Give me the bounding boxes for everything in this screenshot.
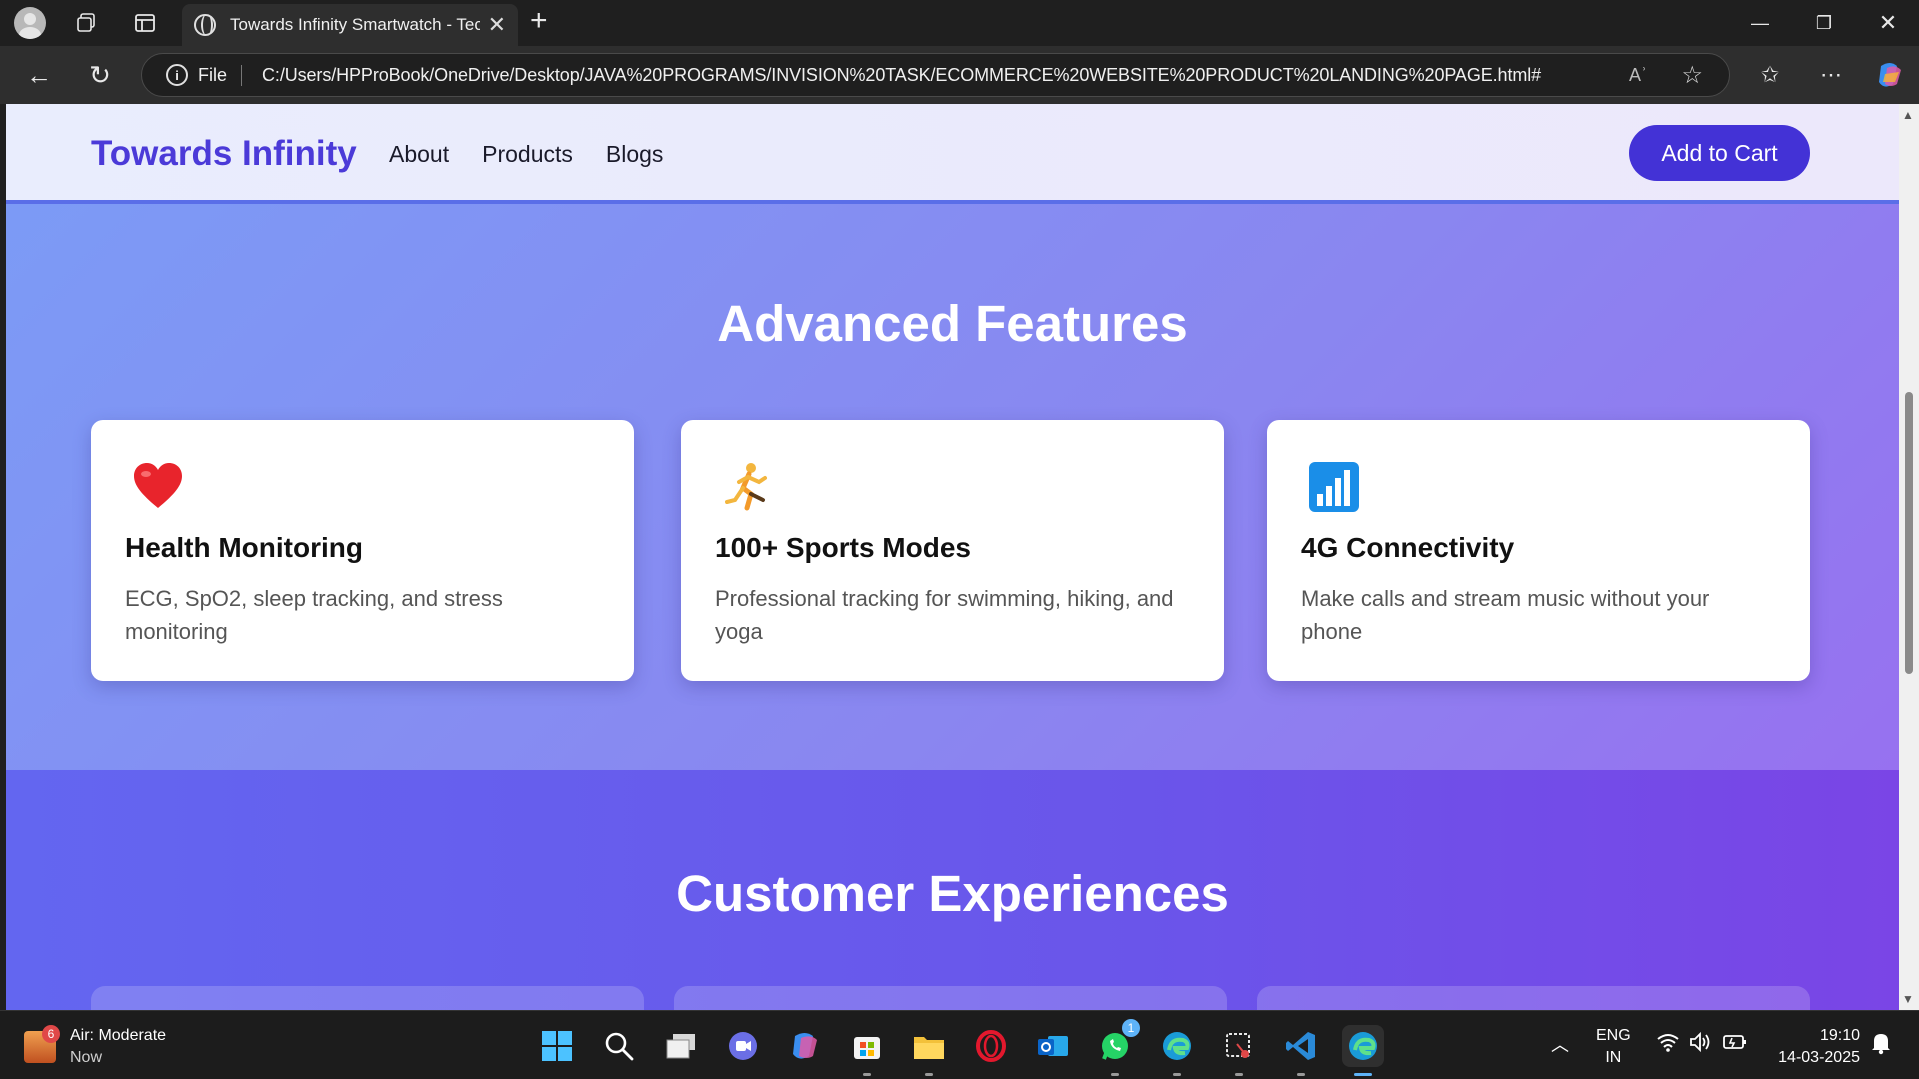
address-toolbar: ← ↻ i File C:/Users/HPProBook/OneDrive/D… [0,46,1919,104]
close-window-icon[interactable]: ✕ [1858,0,1918,46]
testimonial-card [674,986,1227,1010]
running-indicator [1354,1073,1372,1076]
file-explorer-icon[interactable] [908,1025,950,1076]
new-tab-icon[interactable]: + [530,4,548,38]
clock[interactable]: 19:10 14-03-2025 [1768,1025,1860,1069]
feature-card-sports: 100+ Sports Modes Professional tracking … [681,420,1224,681]
browser-tab-bar: Towards Infinity Smartwatch - Tec ✕ + — … [0,0,1919,46]
notification-badge: 1 [1122,1019,1140,1037]
tab-active[interactable]: Towards Infinity Smartwatch - Tec ✕ [182,4,518,46]
nav-link-blogs[interactable]: Blogs [606,141,664,168]
start-icon[interactable] [536,1025,578,1067]
clock-time: 19:10 [1819,1027,1860,1044]
feature-description: ECG, SpO2, sleep tracking, and stress mo… [125,586,503,644]
search-icon[interactable] [598,1025,640,1067]
vscode-icon[interactable] [1280,1025,1322,1076]
profile-avatar[interactable] [14,7,46,39]
taskbar-apps: 1 [536,1019,1384,1076]
back-icon[interactable]: ← [19,55,59,95]
running-indicator [863,1073,871,1076]
tab-close-icon[interactable]: ✕ [488,12,506,38]
language-code: ENG [1596,1027,1631,1044]
workspaces-icon[interactable] [66,3,106,43]
file-label: File [198,64,243,86]
copilot-icon[interactable] [1870,55,1910,95]
region-code: IN [1605,1049,1622,1066]
meet-icon[interactable] [722,1025,764,1067]
weather-subtitle: Now [70,1049,103,1066]
weather-widget[interactable]: 6 Air: Moderate Now [24,1025,166,1069]
experiences-heading: Customer Experiences [676,865,1229,922]
address-bar[interactable]: i File C:/Users/HPProBook/OneDrive/Deskt… [141,53,1730,97]
running-indicator [1173,1073,1181,1076]
testimonial-card [91,986,644,1010]
globe-icon [194,14,216,36]
minimize-icon[interactable]: — [1730,0,1790,46]
battery-icon[interactable] [1722,1031,1748,1059]
tab-actions-icon[interactable] [125,3,165,43]
testimonial-card [1257,986,1810,1010]
weather-icon: 6 [24,1025,60,1063]
scroll-thumb[interactable] [1905,392,1913,674]
notification-bell-icon[interactable] [1870,1031,1892,1061]
volume-icon[interactable] [1689,1031,1713,1059]
store-icon[interactable] [846,1025,888,1076]
feature-title: 4G Connectivity [1301,532,1515,563]
signal-bars-icon [1307,460,1361,514]
read-aloud-icon[interactable]: Aʾ [1629,65,1647,86]
heart-icon [131,460,185,514]
feature-title: Health Monitoring [125,532,363,563]
runner-icon [721,460,775,514]
running-indicator [1235,1073,1243,1076]
notification-badge: 6 [42,1025,60,1043]
running-indicator [1297,1073,1305,1076]
tab-title: Towards Infinity Smartwatch - Tec [230,15,480,34]
url-text[interactable]: C:/Users/HPProBook/OneDrive/Desktop/JAVA… [262,65,1622,86]
task-view-icon[interactable] [660,1025,702,1067]
windows-taskbar: 6 Air: Moderate Now 1 ︿ ENG IN 19:10 14-… [0,1010,1919,1079]
favorite-star-icon[interactable]: ☆ [1681,61,1703,90]
experiences-section: Customer Experiences [6,770,1899,1010]
whatsapp-icon[interactable]: 1 [1094,1019,1140,1076]
snipping-tool-icon[interactable] [1218,1025,1260,1076]
feature-card-health: Health Monitoring ECG, SpO2, sleep track… [91,420,634,681]
feature-description: Professional tracking for swimming, hiki… [715,586,1174,644]
clock-date: 14-03-2025 [1778,1049,1860,1066]
running-indicator [1111,1073,1119,1076]
favorites-icon[interactable]: ✩ [1750,55,1790,95]
wifi-icon[interactable] [1656,1031,1680,1059]
feature-title: 100+ Sports Modes [715,532,971,563]
more-options-icon[interactable]: ⋯ [1811,55,1851,95]
brand-logo[interactable]: Towards Infinity [91,134,357,174]
edge-active-icon[interactable] [1342,1025,1384,1076]
nav-link-about[interactable]: About [389,141,449,168]
scroll-up-icon[interactable]: ▲ [1902,108,1914,122]
feature-description: Make calls and stream music without your… [1301,586,1710,644]
chevron-up-icon[interactable]: ︿ [1551,1031,1569,1057]
scroll-down-icon[interactable]: ▼ [1902,992,1914,1006]
edge-icon[interactable] [1156,1025,1198,1076]
main-nav: About Products Blogs [389,141,663,168]
running-indicator [925,1073,933,1076]
add-to-cart-button[interactable]: Add to Cart [1629,125,1810,181]
language-indicator[interactable]: ENG IN [1596,1025,1631,1069]
info-icon[interactable]: i [166,64,188,86]
nav-link-products[interactable]: Products [482,141,573,168]
outlook-icon[interactable] [1032,1025,1074,1067]
page-viewport: Towards Infinity About Products Blogs Ad… [6,104,1899,1010]
site-header: Towards Infinity About Products Blogs Ad… [6,104,1899,204]
weather-title: Air: Moderate [70,1027,167,1044]
feature-card-connectivity: 4G Connectivity Make calls and stream mu… [1267,420,1810,681]
opera-icon[interactable] [970,1025,1012,1067]
copilot-app-icon[interactable] [784,1025,826,1067]
page-scrollbar[interactable]: ▲ ▼ [1899,104,1919,1010]
features-heading: Advanced Features [717,295,1188,352]
restore-icon[interactable]: ❐ [1794,0,1854,46]
refresh-icon[interactable]: ↻ [80,55,120,95]
